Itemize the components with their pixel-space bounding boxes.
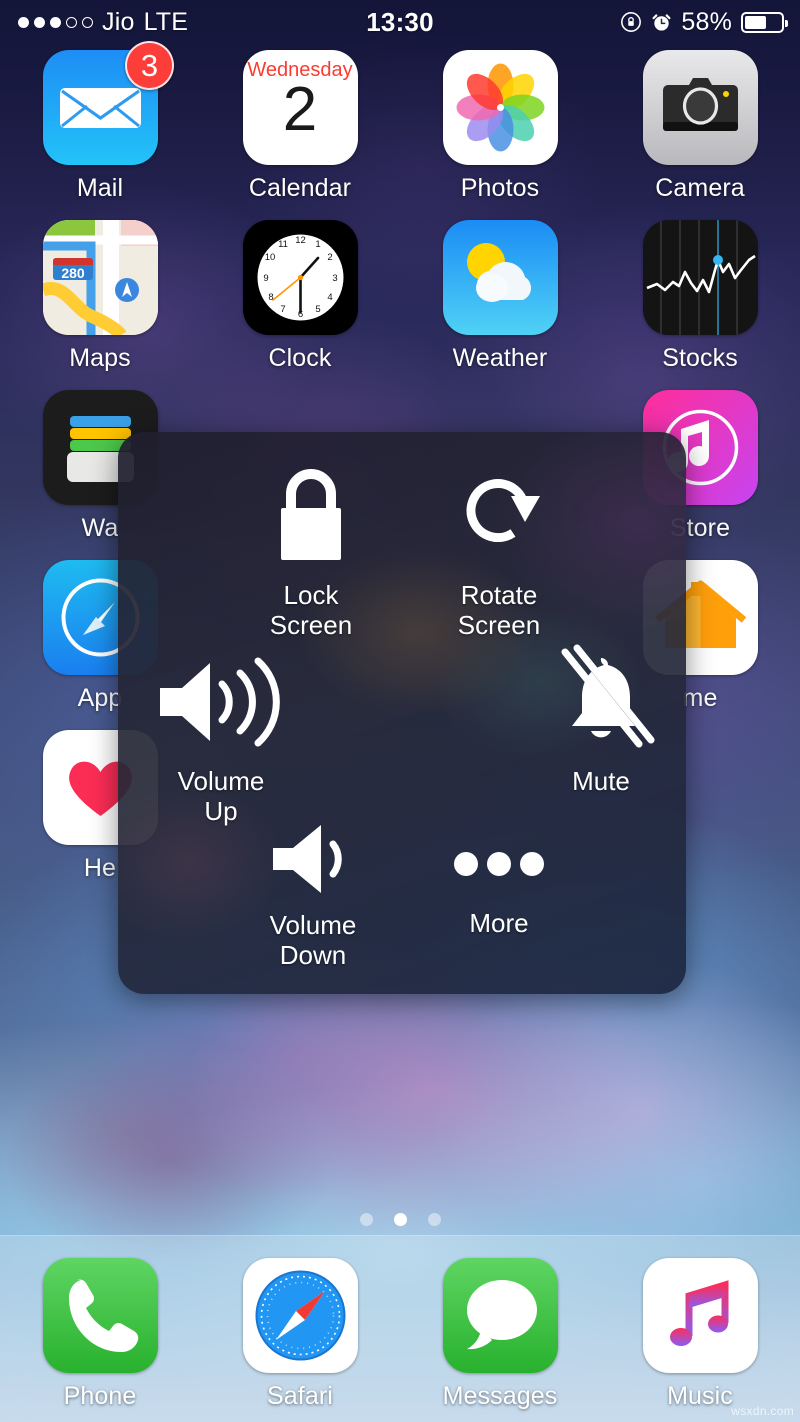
svg-text:11: 11	[278, 239, 288, 250]
page-dot[interactable]	[359, 1213, 373, 1226]
svg-text:1: 1	[315, 239, 320, 250]
app-icon-mail[interactable]: 3 Mail	[0, 41, 200, 203]
app-row: 3 Mail Wednesday 2 Calendar Photos Camer…	[0, 41, 800, 220]
app-label: Weather	[452, 344, 548, 372]
maps-icon: 280	[42, 220, 158, 335]
svg-text:7: 7	[280, 304, 285, 315]
app-label: Camera	[655, 174, 745, 202]
app-icon-photos[interactable]: Photos	[400, 50, 600, 203]
assistive-touch-menu[interactable]: Lock Screen Rotate Screen Volume Up Mute…	[118, 432, 686, 994]
app-label: Mail	[76, 174, 124, 202]
status-bar-right: 58%	[620, 7, 788, 37]
dock-item-phone[interactable]: Phone	[0, 1258, 200, 1411]
status-bar: Jio LTE 13:30 58%	[0, 0, 800, 44]
assistive-label: Volume Up	[177, 766, 265, 826]
assistive-label: Volume Down	[269, 910, 357, 970]
svg-text:280: 280	[61, 265, 85, 281]
app-label: Safari	[267, 1382, 333, 1410]
assistive-label: Lock Screen	[269, 580, 353, 640]
assistive-label: More	[469, 908, 529, 938]
calendar-icon: Wednesday 2	[242, 50, 358, 165]
svg-text:8: 8	[268, 292, 273, 303]
speech-bubble-icon	[442, 1258, 558, 1373]
svg-text:3: 3	[332, 273, 337, 284]
rotate-icon	[449, 460, 549, 568]
rotation-lock-icon	[620, 11, 642, 33]
app-label: me	[682, 684, 718, 712]
svg-text:5: 5	[315, 304, 320, 315]
assistive-item-volume-up[interactable]: Volume Up	[126, 650, 316, 826]
battery-percent-label: 58%	[681, 7, 732, 36]
bell-slash-icon	[543, 644, 659, 754]
speaker-waves-icon	[146, 650, 296, 754]
app-icon-maps[interactable]: 280 Maps	[0, 220, 200, 373]
watermark: wsxdn.com	[731, 1404, 794, 1418]
app-icon-calendar[interactable]: Wednesday 2 Calendar	[200, 50, 400, 203]
photos-icon	[442, 50, 558, 165]
app-label: Music	[667, 1382, 733, 1410]
mail-badge: 3	[125, 41, 174, 90]
assistive-label: Rotate Screen	[457, 580, 541, 640]
battery-icon	[741, 11, 788, 33]
padlock-icon	[265, 460, 357, 568]
speaker-wave-icon	[261, 820, 365, 898]
app-row: 280 Maps 12 1 2 345 678 9 10 11 Clock We…	[0, 220, 800, 390]
svg-text:4: 4	[327, 292, 332, 303]
app-icon-stocks[interactable]: Stocks	[600, 220, 800, 373]
phone-icon	[42, 1258, 158, 1373]
assistive-item-lock-screen[interactable]: Lock Screen	[226, 460, 396, 640]
dock: Phone Safari Messages Music	[0, 1235, 800, 1422]
assistive-item-volume-down[interactable]: Volume Down	[228, 820, 398, 970]
app-label: Clock	[268, 344, 332, 372]
page-dot[interactable]	[427, 1213, 441, 1226]
app-label: Wa	[81, 514, 119, 542]
app-label: Stocks	[662, 344, 738, 372]
app-label: He	[83, 854, 117, 882]
page-dot-active[interactable]	[393, 1213, 407, 1226]
page-indicator	[0, 1213, 800, 1226]
app-label: Photos	[460, 174, 540, 202]
app-label: App	[77, 684, 123, 712]
assistive-item-rotate-screen[interactable]: Rotate Screen	[414, 460, 584, 640]
assistive-item-mute[interactable]: Mute	[516, 644, 686, 796]
svg-text:2: 2	[327, 252, 332, 263]
app-label: Maps	[69, 344, 131, 372]
app-label: Phone	[63, 1382, 137, 1410]
svg-text:10: 10	[264, 252, 275, 263]
alarm-clock-icon	[651, 12, 672, 33]
dock-item-messages[interactable]: Messages	[400, 1258, 600, 1411]
three-dots-icon	[447, 832, 551, 896]
app-icon-clock[interactable]: 12 1 2 345 678 9 10 11 Clock	[200, 220, 400, 373]
dock-item-safari[interactable]: Safari	[200, 1258, 400, 1411]
app-label: Calendar	[248, 174, 352, 202]
calendar-date: 2	[282, 75, 318, 144]
svg-text:12: 12	[295, 235, 306, 246]
clock-icon: 12 1 2 345 678 9 10 11	[242, 220, 358, 335]
music-note-icon	[642, 1258, 758, 1373]
app-icon-weather[interactable]: Weather	[400, 220, 600, 373]
camera-icon	[642, 50, 758, 165]
app-icon-camera[interactable]: Camera	[600, 50, 800, 203]
dock-item-music[interactable]: Music	[600, 1258, 800, 1411]
compass-icon	[242, 1258, 358, 1373]
assistive-item-more[interactable]: More	[414, 832, 584, 938]
assistive-label: Mute	[572, 766, 630, 796]
stocks-icon	[642, 220, 758, 335]
weather-icon	[442, 220, 558, 335]
app-label: Messages	[442, 1382, 558, 1410]
svg-text:9: 9	[263, 273, 268, 284]
